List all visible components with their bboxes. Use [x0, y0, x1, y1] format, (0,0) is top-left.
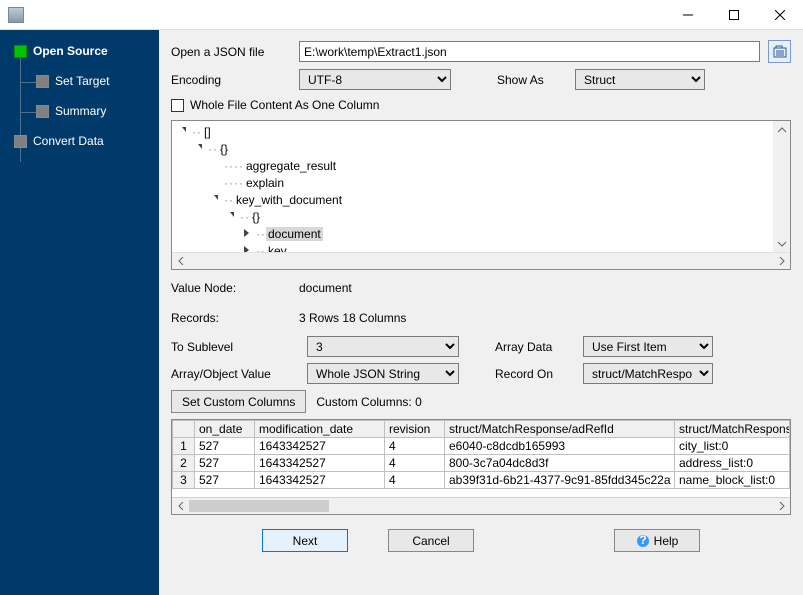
step-indicator-icon: [14, 45, 27, 58]
array-value-select[interactable]: Whole JSON String: [307, 363, 459, 384]
sublevel-select[interactable]: 3: [307, 336, 459, 357]
close-button[interactable]: [757, 0, 803, 30]
tree-node[interactable]: key_with_document: [234, 193, 344, 207]
json-tree-view[interactable]: ··[] ··{} ····aggregate_result ····expla…: [171, 120, 791, 270]
tree-node[interactable]: []: [202, 125, 213, 139]
table-header[interactable]: [173, 421, 195, 438]
table-header[interactable]: modification_date: [255, 421, 385, 438]
sidebar-step-label: Convert Data: [33, 134, 104, 148]
scrollbar-thumb[interactable]: [189, 500, 329, 512]
next-button[interactable]: Next: [262, 529, 348, 552]
file-path-input[interactable]: [299, 41, 760, 62]
encoding-select[interactable]: UTF-8: [299, 69, 451, 90]
scroll-right-icon[interactable]: [773, 253, 790, 269]
array-data-label: Array Data: [495, 340, 575, 354]
whole-file-checkbox[interactable]: [171, 99, 184, 112]
show-as-select[interactable]: Struct: [575, 69, 705, 90]
maximize-button[interactable]: [711, 0, 757, 30]
array-data-select[interactable]: Use First Item: [583, 336, 713, 357]
tree-node[interactable]: aggregate_result: [244, 159, 338, 173]
value-node-label: Value Node:: [171, 281, 299, 295]
step-indicator-icon: [36, 105, 49, 118]
table-row[interactable]: 3 527 1643342527 4 ab39f31d-6b21-4377-9c…: [173, 472, 790, 489]
data-preview-grid[interactable]: on_date modification_date revision struc…: [171, 419, 791, 515]
sidebar-step-convert-data[interactable]: Convert Data: [0, 130, 159, 152]
tree-node[interactable]: explain: [244, 176, 286, 190]
sidebar-step-label: Summary: [55, 104, 106, 118]
show-as-label: Show As: [497, 73, 567, 87]
scroll-left-icon[interactable]: [172, 253, 189, 269]
tree-node-selected[interactable]: document: [266, 227, 323, 241]
tree-expander-icon[interactable]: [244, 229, 253, 238]
open-file-label: Open a JSON file: [171, 45, 291, 59]
value-node-value: document: [299, 281, 352, 295]
custom-columns-count: Custom Columns: 0: [316, 395, 421, 409]
tree-expander-icon[interactable]: [212, 195, 221, 204]
records-value: 3 Rows 18 Columns: [299, 311, 406, 325]
tree-horizontal-scrollbar[interactable]: [172, 252, 790, 269]
tree-vertical-scrollbar[interactable]: [773, 121, 790, 252]
wizard-sidebar: Open Source Set Target Summary Convert D…: [0, 30, 159, 595]
cancel-button[interactable]: Cancel: [388, 529, 474, 552]
title-bar: [0, 0, 803, 30]
sidebar-step-label: Open Source: [33, 44, 108, 58]
scroll-up-icon[interactable]: [773, 121, 790, 138]
scroll-down-icon[interactable]: [773, 235, 790, 252]
step-indicator-icon: [14, 135, 27, 148]
whole-file-label: Whole File Content As One Column: [190, 98, 379, 112]
tree-expander-icon[interactable]: [228, 212, 237, 221]
help-icon: ?: [636, 534, 650, 548]
browse-file-button[interactable]: [768, 40, 791, 63]
array-value-label: Array/Object Value: [171, 367, 299, 381]
main-panel: Open a JSON file Encoding UTF-8 Show As …: [159, 30, 803, 595]
table-header[interactable]: struct/MatchResponse/: [675, 421, 790, 438]
tree-node[interactable]: key: [266, 244, 289, 253]
minimize-button[interactable]: [665, 0, 711, 30]
tree-node[interactable]: {}: [250, 210, 262, 224]
sidebar-step-set-target[interactable]: Set Target: [0, 70, 159, 92]
set-custom-columns-button[interactable]: Set Custom Columns: [171, 390, 306, 413]
tree-expander-icon[interactable]: [196, 144, 205, 153]
sublevel-label: To Sublevel: [171, 340, 299, 354]
table-header-row: on_date modification_date revision struc…: [173, 421, 790, 438]
grid-horizontal-scrollbar[interactable]: [172, 497, 790, 514]
table-header[interactable]: on_date: [195, 421, 255, 438]
tree-expander-icon[interactable]: [244, 246, 253, 252]
tree-expander-icon[interactable]: [180, 127, 189, 136]
sidebar-step-label: Set Target: [55, 74, 109, 88]
record-on-label: Record On: [495, 367, 575, 381]
scroll-left-icon[interactable]: [172, 498, 189, 514]
table-row[interactable]: 1 527 1643342527 4 e6040-c8dcdb165993 ci…: [173, 438, 790, 455]
record-on-select[interactable]: struct/MatchRespons: [583, 363, 713, 384]
tree-node[interactable]: {}: [218, 142, 230, 156]
records-label: Records:: [171, 311, 299, 325]
table-row[interactable]: 2 527 1643342527 4 800-3c7a04dc8d3f addr…: [173, 455, 790, 472]
sidebar-step-summary[interactable]: Summary: [0, 100, 159, 122]
scroll-right-icon[interactable]: [773, 498, 790, 514]
svg-text:?: ?: [639, 534, 646, 547]
help-button[interactable]: ? Help: [614, 529, 700, 552]
sidebar-step-open-source[interactable]: Open Source: [0, 40, 159, 62]
step-indicator-icon: [36, 75, 49, 88]
encoding-label: Encoding: [171, 73, 291, 87]
table-header[interactable]: revision: [385, 421, 445, 438]
app-icon: [8, 7, 24, 23]
table-header[interactable]: struct/MatchResponse/adRefId: [445, 421, 675, 438]
